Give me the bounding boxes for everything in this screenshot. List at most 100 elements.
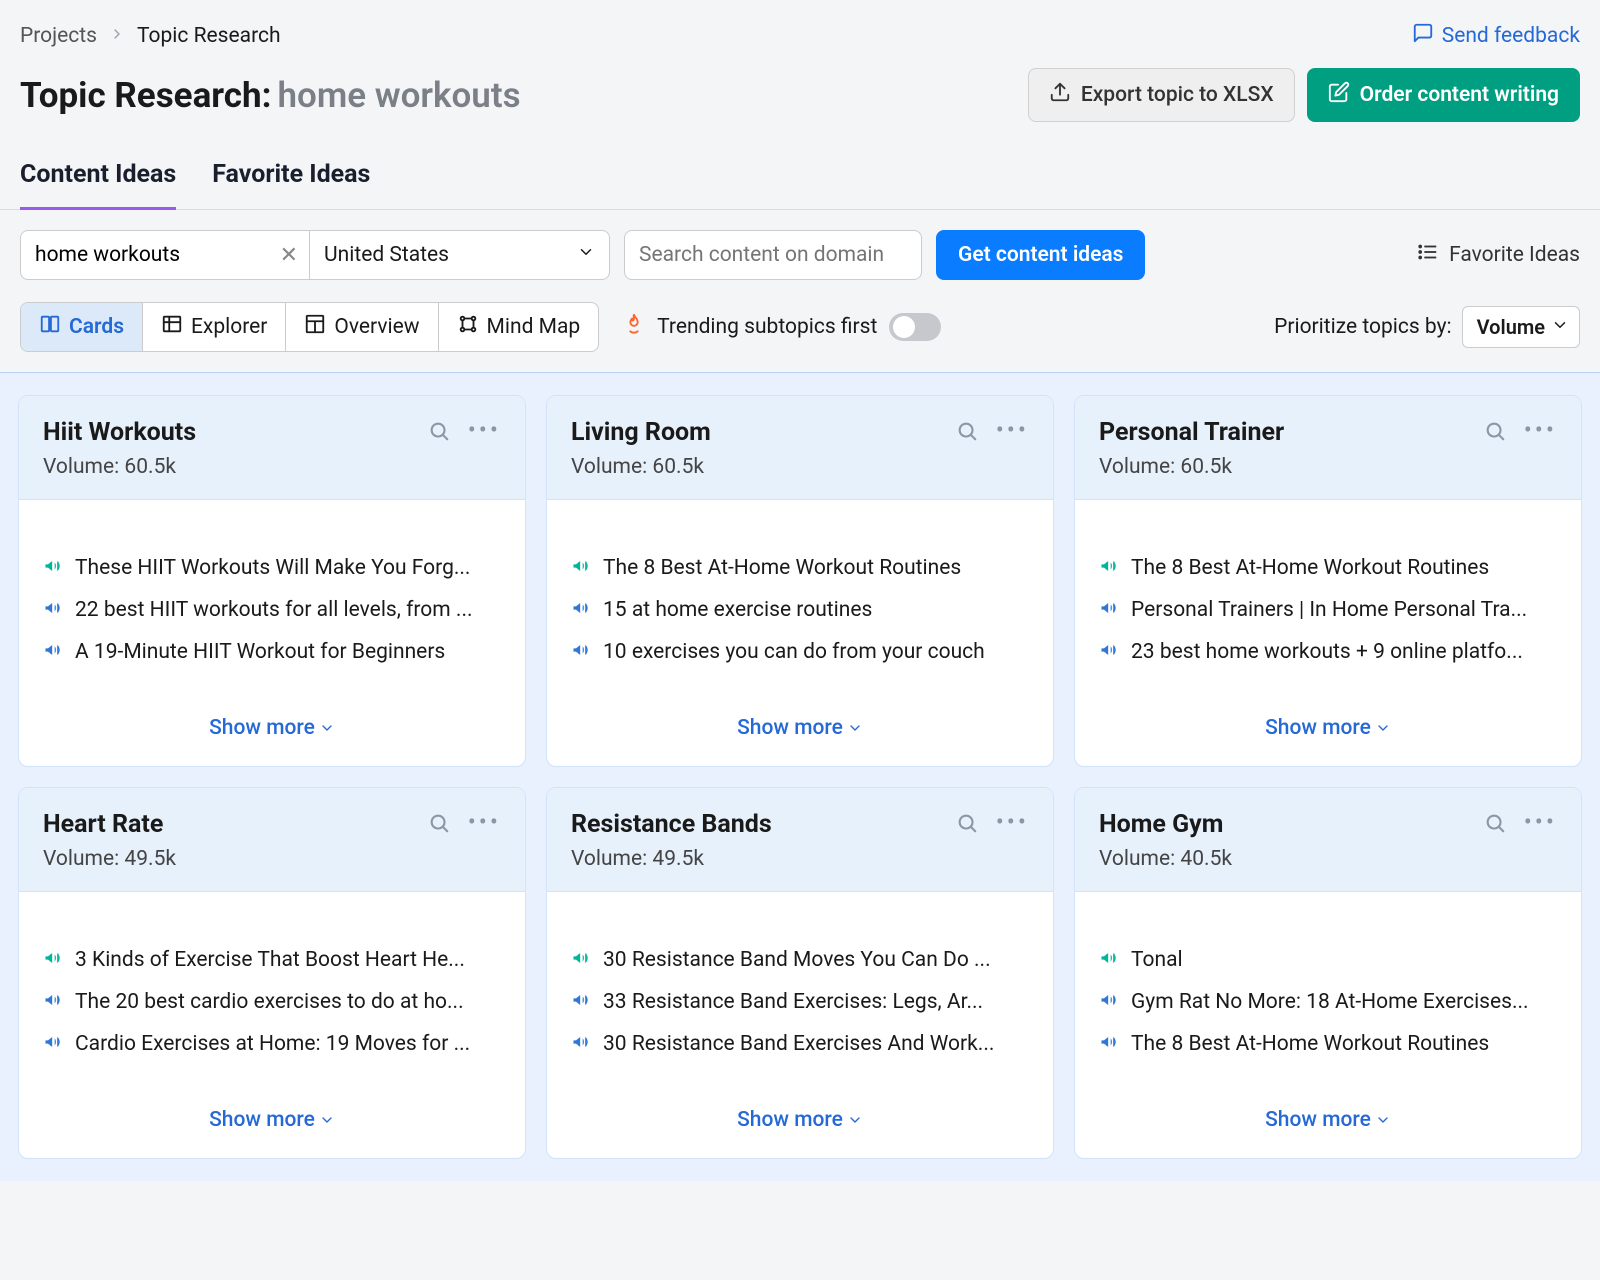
search-icon[interactable]: [1484, 420, 1506, 446]
feedback-label: Send feedback: [1442, 24, 1580, 48]
trending-toggle-group: Trending subtopics first: [623, 313, 941, 341]
prioritize-select[interactable]: Volume: [1462, 306, 1580, 348]
card-header: Hiit Workouts Volume: 60.5k •••: [19, 396, 525, 500]
tab-content-ideas[interactable]: Content Ideas: [20, 146, 176, 210]
article-item[interactable]: 22 best HIIT workouts for all levels, fr…: [43, 598, 501, 622]
article-title: The 8 Best At-Home Workout Routines: [603, 556, 961, 580]
more-icon[interactable]: •••: [996, 423, 1029, 443]
article-title: A 19-Minute HIIT Workout for Beginners: [75, 640, 445, 664]
list-icon: [1417, 241, 1439, 269]
article-title: The 20 best cardio exercises to do at ho…: [75, 990, 464, 1014]
megaphone-icon: [1099, 598, 1119, 618]
megaphone-icon: [571, 948, 591, 968]
favorite-ideas-link[interactable]: Favorite Ideas: [1417, 241, 1580, 269]
article-item[interactable]: The 20 best cardio exercises to do at ho…: [43, 990, 501, 1014]
article-item[interactable]: 10 exercises you can do from your couch: [571, 640, 1029, 664]
article-item[interactable]: 15 at home exercise routines: [571, 598, 1029, 622]
article-item[interactable]: Personal Trainers | In Home Personal Tra…: [1099, 598, 1557, 622]
view-explorer[interactable]: Explorer: [143, 303, 286, 351]
megaphone-icon: [43, 1032, 63, 1052]
card-body: The 8 Best At-Home Workout Routines Pers…: [1075, 500, 1581, 698]
topic-input[interactable]: [20, 230, 310, 280]
search-icon[interactable]: [956, 812, 978, 838]
article-item[interactable]: The 8 Best At-Home Workout Routines: [571, 556, 1029, 580]
clear-topic-icon[interactable]: ✕: [280, 243, 298, 268]
megaphone-icon: [571, 640, 591, 660]
article-item[interactable]: 30 Resistance Band Exercises And Work...: [571, 1032, 1029, 1056]
card-volume: Volume: 60.5k: [571, 455, 956, 479]
article-title: 22 best HIIT workouts for all levels, fr…: [75, 598, 473, 622]
article-item[interactable]: 33 Resistance Band Exercises: Legs, Ar..…: [571, 990, 1029, 1014]
topic-card: Hiit Workouts Volume: 60.5k ••• These HI…: [18, 395, 526, 767]
search-icon[interactable]: [428, 420, 450, 446]
show-more-link[interactable]: Show more: [1265, 716, 1391, 740]
card-volume: Volume: 60.5k: [1099, 455, 1484, 479]
article-item[interactable]: Gym Rat No More: 18 At-Home Exercises...: [1099, 990, 1557, 1014]
trending-toggle[interactable]: [889, 313, 941, 341]
search-icon[interactable]: [956, 420, 978, 446]
order-content-button[interactable]: Order content writing: [1307, 68, 1580, 122]
card-title: Personal Trainer: [1099, 418, 1484, 447]
card-footer: Show more: [547, 1090, 1053, 1158]
article-item[interactable]: Cardio Exercises at Home: 19 Moves for .…: [43, 1032, 501, 1056]
domain-search-input[interactable]: [624, 230, 922, 280]
more-icon[interactable]: •••: [1524, 423, 1557, 443]
view-cards[interactable]: Cards: [21, 303, 143, 351]
megaphone-icon: [571, 990, 591, 1010]
article-title: 33 Resistance Band Exercises: Legs, Ar..…: [603, 990, 983, 1014]
breadcrumb-root[interactable]: Projects: [20, 24, 97, 48]
more-icon[interactable]: •••: [468, 815, 501, 835]
upload-icon: [1049, 81, 1071, 109]
show-more-link[interactable]: Show more: [209, 716, 335, 740]
article-item[interactable]: These HIIT Workouts Will Make You Forg..…: [43, 556, 501, 580]
article-item[interactable]: 23 best home workouts + 9 online platfo.…: [1099, 640, 1557, 664]
megaphone-icon: [43, 556, 63, 576]
search-icon[interactable]: [428, 812, 450, 838]
article-item[interactable]: The 8 Best At-Home Workout Routines: [1099, 556, 1557, 580]
show-more-link[interactable]: Show more: [209, 1108, 335, 1132]
article-title: 10 exercises you can do from your couch: [603, 640, 985, 664]
card-header: Living Room Volume: 60.5k •••: [547, 396, 1053, 500]
article-item[interactable]: Tonal: [1099, 948, 1557, 972]
show-more-link[interactable]: Show more: [737, 716, 863, 740]
card-footer: Show more: [19, 1090, 525, 1158]
tabs: Content Ideas Favorite Ideas: [0, 146, 1600, 210]
megaphone-icon: [1099, 1032, 1119, 1052]
megaphone-icon: [1099, 556, 1119, 576]
tab-favorite-ideas[interactable]: Favorite Ideas: [212, 146, 370, 210]
article-title: 15 at home exercise routines: [603, 598, 872, 622]
cards-icon: [39, 313, 61, 341]
article-item[interactable]: The 8 Best At-Home Workout Routines: [1099, 1032, 1557, 1056]
show-more-link[interactable]: Show more: [737, 1108, 863, 1132]
article-item[interactable]: A 19-Minute HIIT Workout for Beginners: [43, 640, 501, 664]
view-overview[interactable]: Overview: [286, 303, 438, 351]
card-title: Living Room: [571, 418, 956, 447]
send-feedback-link[interactable]: Send feedback: [1412, 22, 1580, 50]
card-title: Heart Rate: [43, 810, 428, 839]
country-select[interactable]: United States: [310, 230, 610, 280]
favorite-ideas-label: Favorite Ideas: [1449, 243, 1580, 267]
more-icon[interactable]: •••: [468, 423, 501, 443]
order-label: Order content writing: [1360, 83, 1559, 107]
more-icon[interactable]: •••: [1524, 815, 1557, 835]
card-footer: Show more: [547, 698, 1053, 766]
article-title: 23 best home workouts + 9 online platfo.…: [1131, 640, 1523, 664]
article-item[interactable]: 3 Kinds of Exercise That Boost Heart He.…: [43, 948, 501, 972]
card-body: The 8 Best At-Home Workout Routines 15 a…: [547, 500, 1053, 698]
chevron-down-icon: [1375, 720, 1391, 736]
chevron-down-icon: [319, 1112, 335, 1128]
topic-card: Resistance Bands Volume: 49.5k ••• 30 Re…: [546, 787, 1054, 1159]
more-icon[interactable]: •••: [996, 815, 1029, 835]
article-item[interactable]: 30 Resistance Band Moves You Can Do ...: [571, 948, 1029, 972]
export-xlsx-button[interactable]: Export topic to XLSX: [1028, 68, 1295, 122]
breadcrumb: Projects Topic Research: [20, 24, 281, 48]
view-mindmap[interactable]: Mind Map: [439, 303, 599, 351]
card-footer: Show more: [1075, 698, 1581, 766]
view-toggle: Cards Explorer Overview Mind Map: [20, 302, 599, 352]
show-more-link[interactable]: Show more: [1265, 1108, 1391, 1132]
search-icon[interactable]: [1484, 812, 1506, 838]
card-header: Heart Rate Volume: 49.5k •••: [19, 788, 525, 892]
get-content-ideas-button[interactable]: Get content ideas: [936, 230, 1145, 280]
view-explorer-label: Explorer: [191, 315, 267, 339]
megaphone-icon: [571, 556, 591, 576]
